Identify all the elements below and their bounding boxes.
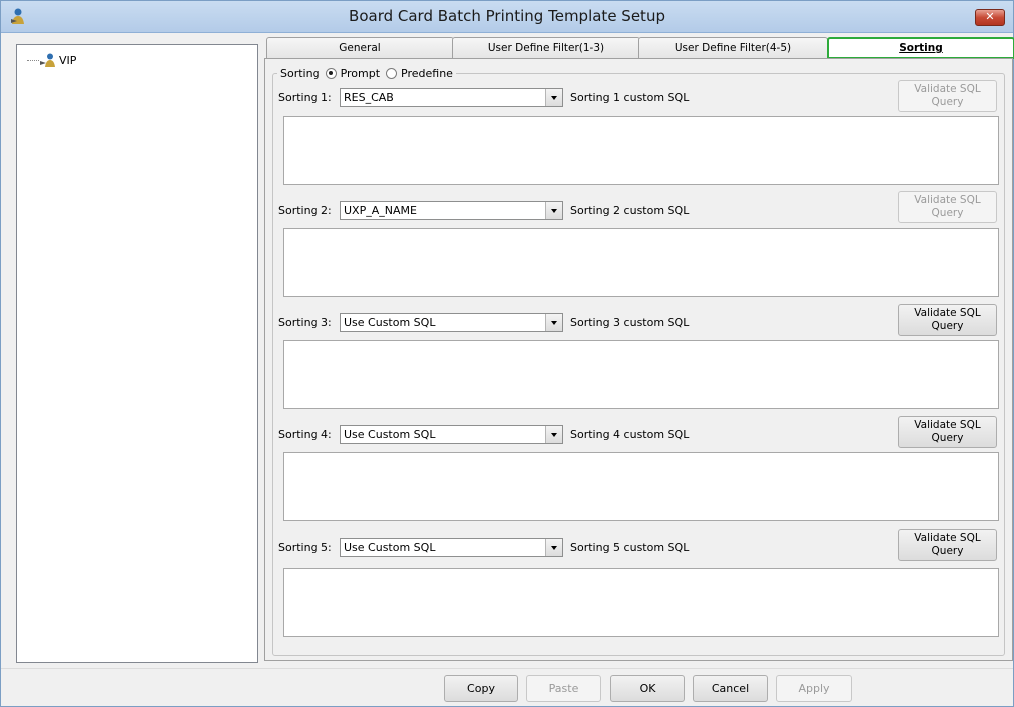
chevron-down-icon[interactable]	[545, 89, 562, 106]
sorting-3-label: Sorting 3:	[278, 316, 332, 329]
sorting-2-sql-label: Sorting 2 custom SQL	[570, 204, 690, 217]
prompt-radio-button[interactable]	[325, 67, 337, 79]
prompt-radio[interactable]: Prompt	[325, 66, 381, 80]
sorting-3-sql-label: Sorting 3 custom SQL	[570, 316, 690, 329]
tab-user-define-filter-1-3[interactable]: User Define Filter(1-3)	[452, 37, 640, 59]
sorting-3-select[interactable]: Use Custom SQL	[340, 313, 563, 332]
sorting-2-value: UXP_A_NAME	[344, 204, 417, 217]
sorting-4-sql-label: Sorting 4 custom SQL	[570, 428, 690, 441]
sorting-2-select[interactable]: UXP_A_NAME	[340, 201, 563, 220]
tab-sorting[interactable]: Sorting	[827, 37, 1014, 59]
tree-item-vip[interactable]: VIP	[27, 52, 76, 68]
tab-general[interactable]: General	[266, 37, 454, 59]
sorting-2-label: Sorting 2:	[278, 204, 332, 217]
chevron-down-icon[interactable]	[545, 202, 562, 219]
validate-sql-5-button[interactable]: Validate SQL Query	[898, 529, 997, 561]
chevron-down-icon[interactable]	[545, 314, 562, 331]
window-title: Board Card Batch Printing Template Setup	[349, 7, 665, 25]
paste-button[interactable]: Paste	[526, 675, 601, 702]
sorting-1-label: Sorting 1:	[278, 91, 332, 104]
sorting-5-value: Use Custom SQL	[344, 541, 436, 554]
validate-sql-1-button[interactable]: Validate SQL Query	[898, 80, 997, 112]
prompt-radio-label: Prompt	[340, 66, 381, 80]
copy-button[interactable]: Copy	[444, 675, 518, 702]
sorting-1-value: RES_CAB	[344, 91, 394, 104]
sorting-1-sql-textarea[interactable]	[283, 116, 999, 185]
validate-sql-3-button[interactable]: Validate SQL Query	[898, 304, 997, 336]
predefine-radio-button[interactable]	[386, 67, 398, 79]
template-tree[interactable]: VIP	[16, 44, 258, 663]
sorting-1-sql-label: Sorting 1 custom SQL	[570, 91, 690, 104]
sorting-5-sql-label: Sorting 5 custom SQL	[570, 541, 690, 554]
sorting-5-select[interactable]: Use Custom SQL	[340, 538, 563, 557]
tree-item-label: VIP	[59, 53, 77, 67]
close-icon: ✕	[985, 10, 995, 23]
sorting-3-sql-textarea[interactable]	[283, 340, 999, 409]
tree-connector	[27, 59, 39, 61]
main-window: Board Card Batch Printing Template Setup…	[0, 0, 1014, 707]
tab-user-define-filter-4-5[interactable]: User Define Filter(4-5)	[638, 37, 828, 59]
sorting-group-header: Sorting Prompt Predefine	[277, 65, 456, 81]
validate-sql-4-button[interactable]: Validate SQL Query	[898, 416, 997, 448]
tab-strip: General User Define Filter(1-3) User Def…	[266, 37, 1014, 59]
sorting-5-sql-textarea[interactable]	[283, 568, 999, 637]
chevron-down-icon[interactable]	[545, 539, 562, 556]
ok-button[interactable]: OK	[610, 675, 685, 702]
sorting-4-value: Use Custom SQL	[344, 428, 436, 441]
sorting-4-sql-textarea[interactable]	[283, 452, 999, 521]
close-button[interactable]: ✕	[975, 9, 1005, 26]
validate-sql-2-button[interactable]: Validate SQL Query	[898, 191, 997, 223]
apply-button[interactable]: Apply	[776, 675, 852, 702]
sorting-5-label: Sorting 5:	[278, 541, 332, 554]
sorting-1-select[interactable]: RES_CAB	[340, 88, 563, 107]
predefine-radio[interactable]: Predefine	[386, 67, 453, 80]
sorting-4-label: Sorting 4:	[278, 428, 332, 441]
predefine-radio-label: Predefine	[401, 66, 453, 80]
sorting-2-sql-textarea[interactable]	[283, 228, 999, 297]
chevron-down-icon[interactable]	[545, 426, 562, 443]
sorting-group-label: Sorting	[280, 66, 320, 80]
sorting-3-value: Use Custom SQL	[344, 316, 436, 329]
title-bar: Board Card Batch Printing Template Setup…	[1, 1, 1013, 33]
user-icon	[40, 53, 55, 67]
sorting-4-select[interactable]: Use Custom SQL	[340, 425, 563, 444]
cancel-button[interactable]: Cancel	[693, 675, 768, 702]
